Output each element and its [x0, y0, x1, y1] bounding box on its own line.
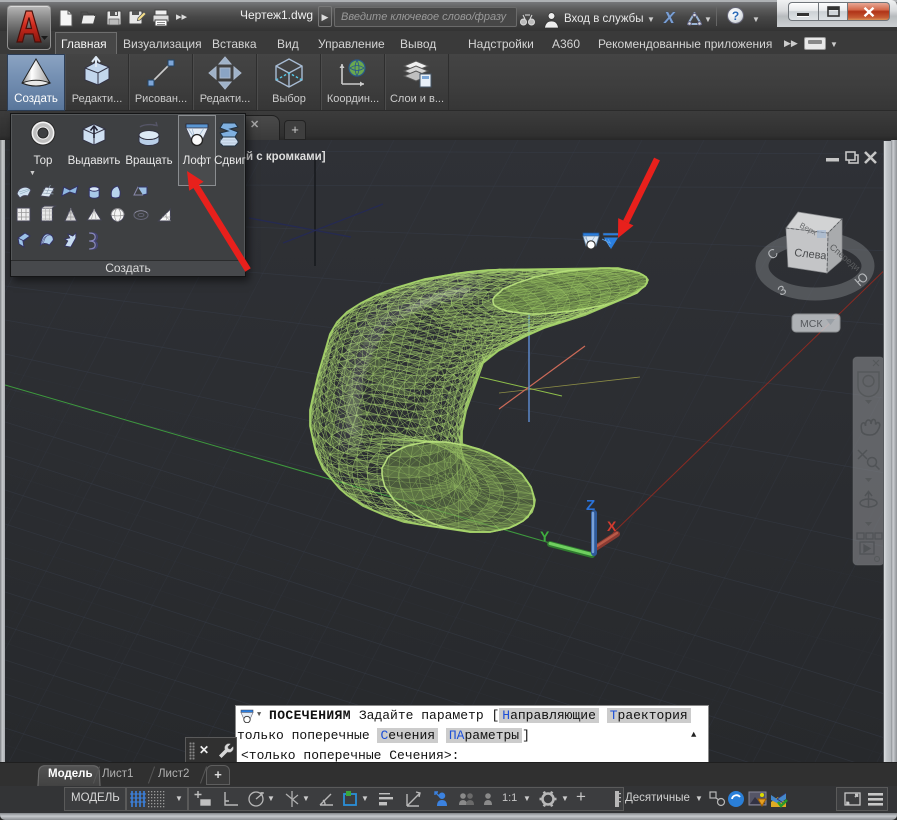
svg-text:Y: Y — [540, 528, 550, 544]
svg-text:X: X — [607, 518, 617, 534]
svg-text:МСК: МСК — [800, 318, 823, 330]
svg-text:Z: Z — [586, 497, 595, 514]
